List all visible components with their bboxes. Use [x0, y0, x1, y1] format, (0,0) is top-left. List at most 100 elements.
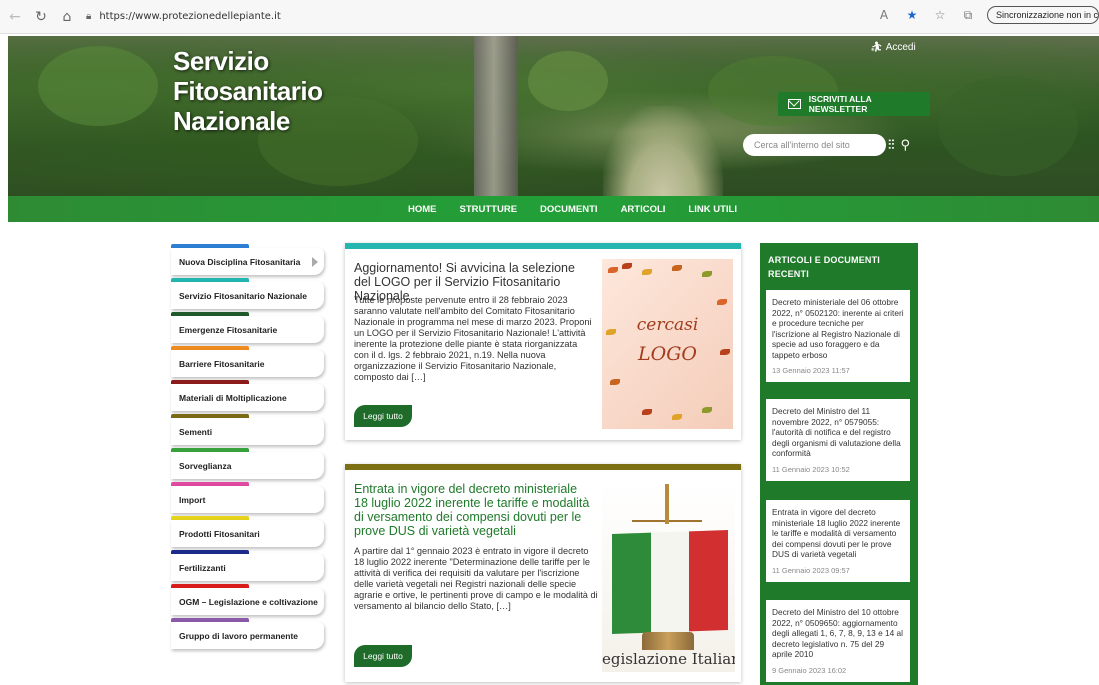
- vineyard-post: [474, 36, 518, 196]
- leaf-icon: [717, 299, 727, 305]
- leaf-icon: [672, 414, 682, 420]
- article-card: Aggiornamento! Si avvicina la selezione …: [345, 243, 741, 440]
- user-icon: ⛹︎: [870, 42, 883, 53]
- recent-item[interactable]: Entrata in vigore del decreto ministeria…: [766, 500, 910, 582]
- filter-sliders-icon[interactable]: ⫶⫶: [888, 138, 895, 153]
- site-title[interactable]: Servizio Fitosanitario Nazionale: [173, 46, 323, 136]
- sidebar-item-label[interactable]: Barriere Fitosanitarie: [171, 350, 324, 377]
- recent-item-title[interactable]: Entrata in vigore del decreto ministeria…: [772, 507, 904, 560]
- image-caption: cercasi: [636, 315, 699, 335]
- recent-item-date: 11 Gennaio 2023 10:52: [772, 464, 850, 474]
- leaf-icon: [642, 269, 652, 275]
- main-nav: HOME STRUTTURE DOCUMENTI ARTICOLI LINK U…: [8, 196, 1099, 222]
- sidebar-item[interactable]: Barriere Fitosanitarie: [171, 346, 324, 380]
- leaf-icon: [642, 409, 652, 415]
- recent-articles-panel: ARTICOLI E DOCUMENTI RECENTI Decreto min…: [760, 243, 918, 685]
- favorite-star-icon[interactable]: ★: [901, 8, 923, 22]
- article-image-logo[interactable]: cercasi LOGO: [602, 259, 733, 429]
- recent-item-date: 11 Gennaio 2023 09:57: [772, 565, 850, 575]
- search-tools: ⫶⫶ ⚲: [888, 134, 910, 156]
- leaf-icon: [622, 263, 632, 269]
- browser-actions: A ★ ☆ ⧉ Sincronizzazione non in corso: [867, 6, 1099, 24]
- nav-link-utili[interactable]: LINK UTILI: [688, 204, 737, 215]
- foliage: [938, 76, 1078, 176]
- recent-item-title[interactable]: Decreto del Ministro del 11 novembre 202…: [772, 406, 904, 459]
- image-caption: LOGO: [638, 343, 697, 365]
- sync-status-button[interactable]: Sincronizzazione non in corso: [987, 6, 1099, 24]
- image-caption: egislazione Italian: [602, 650, 735, 668]
- recent-item-title[interactable]: Decreto ministeriale del 06 ottobre 2022…: [772, 297, 904, 360]
- sidebar-item-label[interactable]: Gruppo di lavoro permanente: [171, 622, 324, 649]
- panel-heading: ARTICOLI E DOCUMENTI RECENTI: [768, 255, 880, 279]
- sidebar-item-label[interactable]: Import: [171, 486, 324, 513]
- italian-flag: [612, 529, 729, 635]
- sidebar-item[interactable]: Prodotti Fitosanitari: [171, 516, 324, 550]
- sidebar-item[interactable]: Materiali di Moltiplicazione: [171, 380, 324, 414]
- sidebar-item-label[interactable]: Sementi: [171, 418, 324, 445]
- lock-icon: 🔒︎: [86, 11, 92, 22]
- search-input[interactable]: Cerca all'interno del sito: [743, 134, 886, 156]
- sidebar-item-label[interactable]: OGM – Legislazione e coltivazione: [171, 588, 324, 615]
- sidebar-item[interactable]: Gruppo di lavoro permanente: [171, 618, 324, 652]
- recent-item-date: 13 Gennaio 2023 11:57: [772, 366, 850, 375]
- card-accent-bar: [345, 243, 741, 249]
- nav-documenti[interactable]: DOCUMENTI: [540, 204, 598, 215]
- article-image-legislation[interactable]: egislazione Italian: [602, 482, 735, 672]
- sidebar-item[interactable]: Sementi: [171, 414, 324, 448]
- sidebar-item[interactable]: OGM – Legislazione e coltivazione: [171, 584, 324, 618]
- leaf-icon: [702, 407, 712, 413]
- chevron-right-icon: [312, 257, 318, 267]
- leaf-icon: [608, 267, 618, 273]
- balance-scale-icon: [632, 484, 702, 524]
- home-icon[interactable]: ⌂: [56, 6, 78, 28]
- recent-item-title[interactable]: Decreto del Ministro del 10 ottobre 2022…: [772, 607, 904, 660]
- sidebar-item-label[interactable]: Fertilizzanti: [171, 554, 324, 581]
- article-excerpt: Tutte le proposte pervenute entro il 28 …: [354, 295, 592, 382]
- sidebar-item-label[interactable]: Prodotti Fitosanitari: [171, 520, 324, 547]
- recent-item[interactable]: Decreto del Ministro del 11 novembre 202…: [766, 399, 910, 481]
- leaf-icon: [672, 265, 682, 271]
- sidebar-item[interactable]: Emergenze Fitosanitarie: [171, 312, 324, 346]
- favorites-list-icon[interactable]: ☆: [929, 8, 951, 22]
- nav-home[interactable]: HOME: [408, 204, 437, 215]
- sidebar-item-label[interactable]: Sorveglianza: [171, 452, 324, 479]
- sidebar-item-label[interactable]: Servizio Fitosanitario Nazionale: [171, 282, 324, 309]
- sidebar-item[interactable]: Servizio Fitosanitario Nazionale: [171, 278, 324, 312]
- url-text: https://www.protezionedellepiante.it: [99, 11, 281, 22]
- nav-articoli[interactable]: ARTICOLI: [621, 204, 666, 215]
- article-title[interactable]: Entrata in vigore del decreto ministeria…: [354, 482, 594, 538]
- read-more-button[interactable]: Leggi tutto: [354, 645, 412, 667]
- sidebar-item[interactable]: Nuova Disciplina Fitosanitaria: [171, 244, 324, 278]
- recent-item-date: 9 Gennaio 2023 16:02: [772, 665, 847, 675]
- nav-strutture[interactable]: STRUTTURE: [460, 204, 518, 215]
- envelope-icon: [788, 99, 801, 109]
- card-accent-bar: [345, 464, 741, 470]
- newsletter-button[interactable]: ISCRIVITI ALLA NEWSLETTER: [778, 92, 930, 116]
- hero-banner: [8, 36, 1099, 196]
- search-icon[interactable]: ⚲: [901, 138, 911, 153]
- sidebar-menu: Nuova Disciplina Fitosanitaria Servizio F…: [171, 244, 324, 652]
- sidebar-item[interactable]: Sorveglianza: [171, 448, 324, 482]
- vineyard-path: [603, 106, 723, 196]
- read-aloud-icon[interactable]: A: [873, 8, 895, 22]
- recent-item[interactable]: Decreto ministeriale del 06 ottobre 2022…: [766, 290, 910, 382]
- leaf-icon: [610, 379, 620, 385]
- article-card: Entrata in vigore del decreto ministeria…: [345, 464, 741, 682]
- sidebar-item-label[interactable]: Materiali di Moltiplicazione: [171, 384, 324, 411]
- sidebar-item-label[interactable]: Emergenze Fitosanitarie: [171, 316, 324, 343]
- refresh-icon[interactable]: ↻: [30, 6, 52, 28]
- collections-icon[interactable]: ⧉: [957, 8, 979, 23]
- sidebar-item[interactable]: Fertilizzanti: [171, 550, 324, 584]
- read-more-button[interactable]: Leggi tutto: [354, 405, 412, 427]
- sidebar-item-label[interactable]: Nuova Disciplina Fitosanitaria: [171, 248, 324, 275]
- address-bar[interactable]: 🔒︎ https://www.protezionedellepiante.it: [86, 11, 281, 22]
- foliage: [38, 46, 158, 126]
- browser-toolbar: ← ↻ ⌂ 🔒︎ https://www.protezionedellepian…: [0, 0, 1099, 34]
- article-excerpt: A partire dal 1° gennaio 2023 è entrato …: [354, 546, 598, 611]
- recent-item[interactable]: Decreto del Ministro del 10 ottobre 2022…: [766, 600, 910, 682]
- sidebar-item[interactable]: Import: [171, 482, 324, 516]
- leaf-icon: [702, 271, 712, 277]
- back-icon[interactable]: ←: [4, 6, 26, 28]
- scale-base: [642, 632, 694, 650]
- login-link[interactable]: ⛹︎ Accedi: [870, 42, 916, 53]
